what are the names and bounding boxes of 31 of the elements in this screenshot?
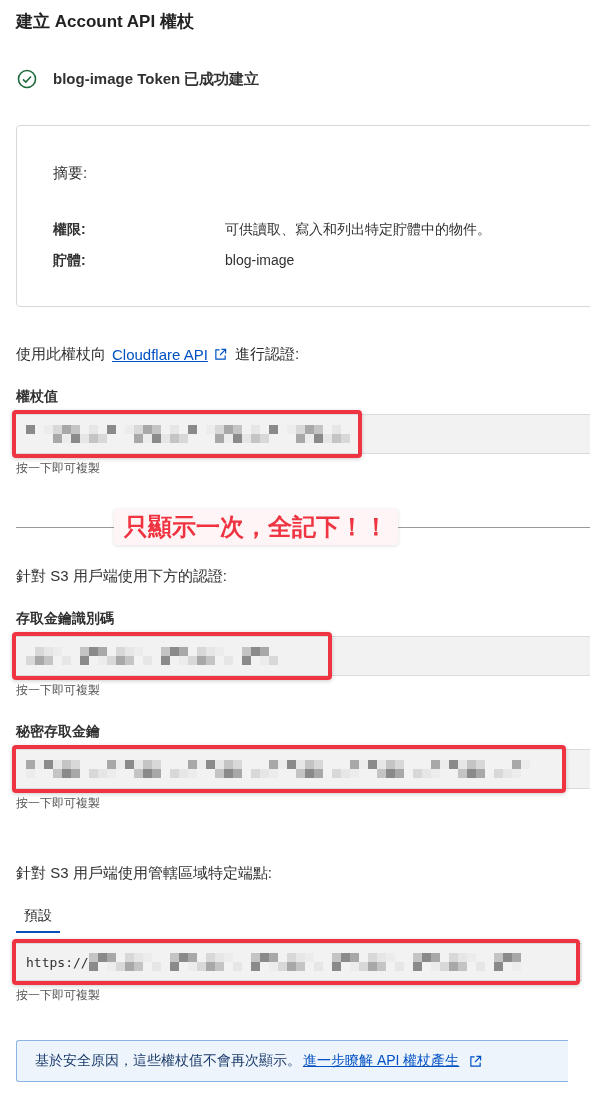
tab[interactable]: 預設 xyxy=(16,907,60,933)
field-hint: 按一下即可複製 xyxy=(16,987,101,1004)
intro-text: 進行認證: xyxy=(234,345,300,364)
summary-heading: 摘要: xyxy=(53,164,89,183)
field-label: 存取金鑰識別碼 xyxy=(16,610,115,628)
annotation-label: 只顯示一次，全記下！！ xyxy=(114,509,398,545)
check-circle-icon xyxy=(17,69,37,89)
learn-more-link[interactable]: 進一步瞭解 API 權杖產生 xyxy=(303,1052,460,1070)
key-field[interactable] xyxy=(16,636,590,676)
key-field[interactable] xyxy=(16,749,590,789)
field-hint: 按一下即可複製 xyxy=(16,795,101,812)
notice-text: 基於安全原因，這些權杖值不會再次顯示。 xyxy=(35,1052,301,1070)
external-link-icon[interactable] xyxy=(213,348,227,361)
section-intro: 針對 S3 用戶端使用管轄區域特定端點: xyxy=(16,864,273,883)
summary-value: 可供讀取、寫入和列出特定貯體中的物件。 xyxy=(225,221,491,239)
field-hint: 按一下即可複製 xyxy=(16,682,101,699)
page-title: 建立 Account API 權杖 xyxy=(16,11,195,33)
summary-label: 權限: xyxy=(53,221,87,239)
success-message: blog-image Token 已成功建立 xyxy=(53,69,260,89)
field-label: 秘密存取金鑰 xyxy=(16,723,101,741)
field-hint: 按一下即可複製 xyxy=(16,460,101,477)
token-field[interactable] xyxy=(16,414,590,454)
summary-label: 貯體: xyxy=(53,252,87,270)
cloudflare-api-link[interactable]: Cloudflare API xyxy=(112,346,208,363)
endpoint-field[interactable]: https:// xyxy=(16,943,582,981)
field-label: 權杖值 xyxy=(16,388,59,406)
section-intro: 針對 S3 用戶端使用下方的認證: xyxy=(16,567,228,586)
intro-text: 使用此權杖向 xyxy=(16,345,106,364)
summary-value: blog-image xyxy=(225,252,295,270)
external-link-icon[interactable] xyxy=(469,1054,483,1068)
endpoint-value: https:// xyxy=(26,954,89,970)
